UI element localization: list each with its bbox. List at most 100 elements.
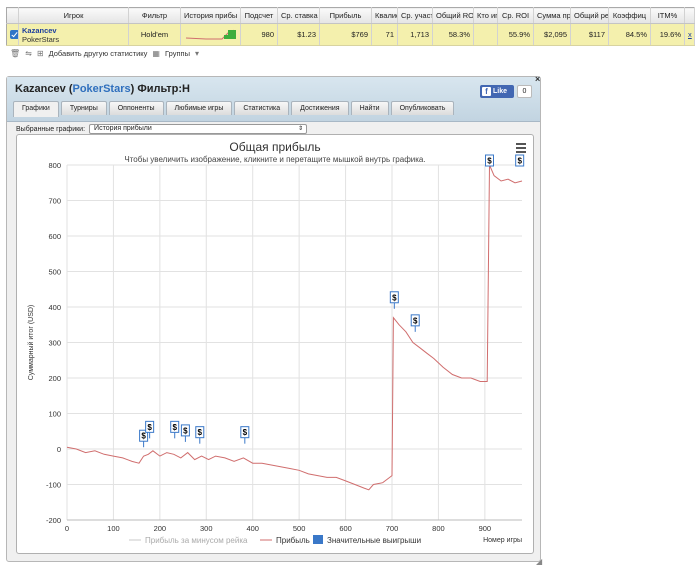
col-header-sum-pr[interactable]: Сумма пр: [533, 7, 571, 24]
col-header-remove: [684, 7, 695, 24]
col-header-itm[interactable]: ITM%: [650, 7, 685, 24]
x-tick-label: 900: [479, 524, 492, 533]
flag-label: $: [147, 423, 152, 432]
panel-tabs: Графики Турниры Оппоненты Любимые игры С…: [13, 101, 455, 117]
tab-find[interactable]: Найти: [350, 101, 389, 115]
close-icon[interactable]: ×: [535, 74, 540, 84]
row-checkbox[interactable]: [10, 30, 18, 40]
profit-history-sparkline: [180, 23, 241, 46]
tab-achievements[interactable]: Достижения: [291, 101, 349, 115]
x-tick-label: 300: [200, 524, 213, 533]
sum-pr-cell: $2,095: [533, 23, 571, 46]
col-header-total-ro[interactable]: Общий RO: [432, 7, 474, 24]
table-row: Kazancev PokerStars Hold'em 980 $1.23 $7…: [6, 23, 695, 46]
col-header-avg-stake[interactable]: Ср. ставка: [277, 7, 320, 24]
who-played-cell: [473, 23, 498, 46]
significant-win-flag[interactable]: $: [180, 424, 190, 442]
groups-dropdown[interactable]: Группы: [165, 49, 190, 58]
x-tick-label: 0: [65, 524, 69, 533]
player-cell: Kazancev PokerStars: [18, 23, 129, 46]
row-checkbox-cell[interactable]: [6, 23, 19, 46]
player-panel: Kazancev (PokerStars) Фильтр:Н f Like 0 …: [6, 74, 542, 566]
add-stats-link[interactable]: Добавить другую статистику: [49, 49, 148, 58]
legend-wins-swatch[interactable]: [313, 535, 323, 544]
x-tick-label: 800: [432, 524, 445, 533]
col-header-coef[interactable]: Коэффиц: [608, 7, 651, 24]
count-cell: 980: [240, 23, 278, 46]
table-toolbar: 🗑 ⇋ ⊞ Добавить другую статистику ▦ Групп…: [6, 46, 694, 61]
col-header-qualif[interactable]: Квалиф: [371, 7, 398, 24]
panel-title-filter: Фильтр:Н: [137, 83, 190, 95]
col-header-who-played[interactable]: Кто иг: [473, 7, 498, 24]
total-rake-cell: $117: [570, 23, 609, 46]
y-tick-label: 200: [48, 374, 61, 383]
panel-title: Kazancev (PokerStars) Фильтр:Н: [15, 83, 190, 95]
player-site: PokerStars: [22, 34, 60, 44]
col-header-player[interactable]: Игрок: [18, 7, 129, 24]
resize-grip-icon[interactable]: ◢: [536, 557, 542, 566]
significant-win-flag[interactable]: $: [240, 426, 250, 444]
flag-label: $: [183, 426, 188, 435]
y-tick-label: -200: [46, 516, 61, 525]
tab-charts[interactable]: Графики: [13, 101, 59, 117]
itm-cell: 19.6%: [650, 23, 685, 46]
flag-label: $: [198, 428, 203, 437]
sparkline-graphic: [185, 29, 236, 39]
flag-label: $: [392, 293, 397, 302]
panel-title-site[interactable]: PokerStars: [73, 83, 131, 95]
col-header-filter[interactable]: Фильтр: [128, 7, 181, 24]
link-icon[interactable]: ⇋: [25, 49, 32, 58]
significant-win-flag[interactable]: $: [195, 426, 205, 444]
like-label: Like: [493, 88, 508, 95]
tab-tournaments[interactable]: Турниры: [60, 101, 107, 115]
groups-icon: ▦: [152, 49, 160, 58]
chevron-updown-icon: ⇕: [298, 126, 304, 132]
trash-icon[interactable]: 🗑: [10, 49, 20, 58]
facebook-like-button[interactable]: f Like: [480, 85, 514, 98]
profit-chart[interactable]: -200 -100 0 100 200 300 400 500 600 700 800 0 100 200…: [16, 134, 534, 554]
col-header-count[interactable]: Подсчет: [240, 7, 278, 24]
flag-label: $: [413, 316, 418, 325]
y-tick-label: 400: [48, 303, 61, 312]
legend-rake-label: Прибыль за минусом рейка: [145, 536, 248, 545]
chart-selector-value: История прибыли: [94, 125, 152, 132]
coef-cell: 84.5%: [608, 23, 651, 46]
avg-roi-cell: 55.9%: [497, 23, 534, 46]
tab-publish[interactable]: Опубликовать: [390, 101, 455, 115]
chart-selector-dropdown[interactable]: История прибыли ⇕: [89, 124, 308, 134]
x-tick-label: 500: [293, 524, 306, 533]
chart-selector-label: Выбранные графики:: [16, 125, 86, 133]
tab-opponents[interactable]: Оппоненты: [108, 101, 164, 115]
chart-menu-icon[interactable]: [516, 143, 526, 155]
stats-table: Игрок Фильтр История прибы Подсчет Ср. с…: [6, 7, 695, 46]
like-count: 0: [517, 85, 532, 98]
y-tick-label: 100: [48, 410, 61, 419]
legend-profit-label: Прибыль: [276, 536, 310, 545]
select-all-header[interactable]: [6, 7, 19, 24]
chevron-down-icon[interactable]: ▾: [195, 49, 199, 58]
tab-favorite-games[interactable]: Любимые игры: [165, 101, 233, 115]
remove-row-link[interactable]: x: [684, 23, 695, 46]
chart-title: Общая прибыль: [229, 140, 321, 154]
y-tick-label: 600: [48, 232, 61, 241]
significant-win-flag[interactable]: $: [170, 420, 180, 439]
player-name[interactable]: Kazancev: [22, 26, 125, 35]
col-header-avg-part[interactable]: Ср. участ: [397, 7, 433, 24]
chart-canvas[interactable]: -200 -100 0 100 200 300 400 500 600 700 800 0 100 200…: [17, 135, 535, 555]
facebook-icon: f: [482, 87, 491, 96]
profit-series-line: [66, 164, 523, 491]
col-header-profit-history[interactable]: История прибы: [180, 7, 241, 24]
col-header-total-rake[interactable]: Общий рей: [570, 7, 609, 24]
add-stats-icon: ⊞: [36, 49, 44, 58]
x-tick-label: 400: [246, 524, 259, 533]
avg-part-cell: 1,713: [397, 23, 433, 46]
flag-label: $: [172, 423, 177, 432]
col-header-profit[interactable]: Прибыль: [319, 7, 372, 24]
significant-win-flag[interactable]: $: [410, 314, 420, 332]
col-header-avg-roi[interactable]: Ср. ROI: [497, 7, 534, 24]
flag-label: $: [243, 428, 248, 437]
x-tick-label: 700: [386, 524, 399, 533]
total-ro-cell: 58.3%: [432, 23, 474, 46]
tab-statistics[interactable]: Статистика: [234, 101, 290, 115]
legend-wins-label: Значительные выигрыши: [327, 536, 421, 545]
